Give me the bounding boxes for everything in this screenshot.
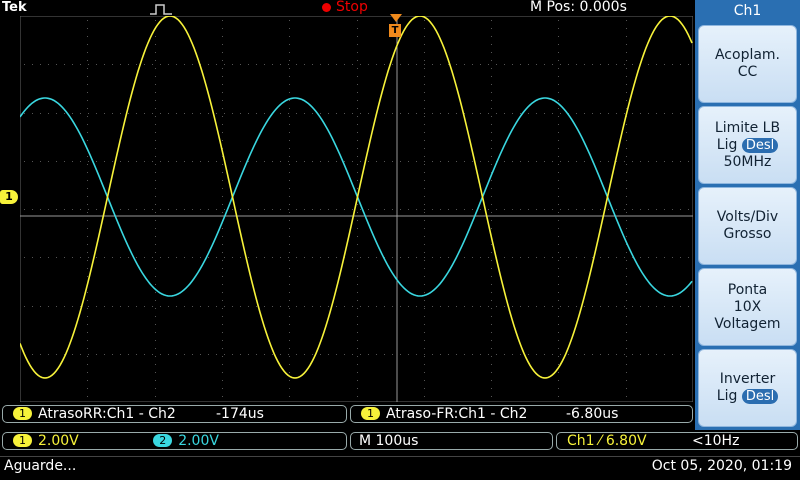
measurement-2-value: -6.80us (566, 406, 619, 422)
waveform-display[interactable] (20, 16, 693, 402)
status-datetime: Oct 05, 2020, 01:19 (651, 458, 792, 474)
status-bar: Aguarde... Oct 05, 2020, 01:19 (0, 456, 800, 479)
status-message: Aguarde... (4, 458, 77, 474)
trigger-readout[interactable]: Ch1 ⁄ 6.80V <10Hz (556, 432, 798, 450)
channel-scale-readout[interactable]: 1 2.00V 2 2.00V (2, 432, 347, 450)
measurement-2-label: Atraso-FR:Ch1 - Ch2 (386, 406, 528, 422)
measurement-1-value: -174us (216, 406, 264, 422)
measurement-1[interactable]: 1 AtrasoRR:Ch1 - Ch2 -174us (2, 405, 347, 423)
bandwidth-label: Limite LB (714, 119, 781, 136)
trigger-frequency: <10Hz (692, 433, 740, 449)
measurement-1-channel-badge: 1 (13, 407, 32, 420)
invert-label: Inverter (719, 371, 776, 387)
probe-attenuation: 10X (733, 298, 762, 315)
bandwidth-value: 50MHz (723, 153, 772, 170)
ch1-scale: 2.00V (38, 433, 79, 449)
timebase-readout[interactable]: M 100us (350, 432, 553, 450)
bandwidth-toggle: Lig Desl (699, 137, 796, 154)
trigger-arrow-icon (390, 14, 402, 22)
measurement-1-label: AtrasoRR:Ch1 - Ch2 (38, 406, 176, 422)
trigger-source: Ch1 (567, 433, 595, 449)
coupling-value: CC (737, 64, 758, 80)
invert-button[interactable]: Inverter Lig Desl (698, 349, 797, 427)
probe-label: Ponta (727, 281, 768, 298)
ch1-level-marker[interactable]: 1 (0, 190, 18, 204)
invert-off-pill: Desl (741, 389, 779, 404)
volts-div-label: Volts/Div (716, 209, 779, 225)
ch2-scale: 2.00V (178, 433, 219, 449)
horizontal-position-readout: M Pos: 0.000s (530, 0, 627, 15)
invert-on-label: Lig (716, 388, 738, 404)
coupling-button[interactable]: Acoplam. CC (698, 25, 797, 103)
measurement-2-channel-badge: 1 (361, 407, 380, 420)
trigger-slope-icon: ⁄ (599, 433, 602, 449)
bandwidth-limit-button[interactable]: Limite LB Lig Desl 50MHz (698, 106, 797, 184)
ch1-badge: 1 (13, 434, 32, 447)
coupling-label: Acoplam. (714, 47, 781, 63)
volts-div-value: Grosso (723, 226, 772, 242)
stop-dot-icon (322, 2, 331, 12)
probe-type: Voltagem (714, 315, 781, 332)
invert-toggle: Lig Desl (699, 388, 796, 405)
bandwidth-off-pill: Desl (741, 137, 779, 153)
bandwidth-on-label: Lig (716, 136, 738, 153)
acquisition-pulse-icon (150, 4, 172, 15)
measurement-2[interactable]: 1 Atraso-FR:Ch1 - Ch2 -6.80us (350, 405, 693, 423)
run-stop-indicator: Stop (322, 0, 368, 15)
menu-title: Ch1 (733, 3, 762, 19)
probe-button[interactable]: Ponta 10X Voltagem (698, 268, 797, 346)
run-state-label: Stop (336, 0, 368, 15)
trigger-t-label: T (389, 24, 401, 37)
brand-logo: Tek (2, 0, 27, 15)
volts-div-button[interactable]: Volts/Div Grosso (698, 187, 797, 265)
trigger-position-marker[interactable]: T (389, 14, 403, 40)
trigger-level: 6.80V (605, 433, 647, 449)
ch2-badge: 2 (153, 434, 173, 447)
